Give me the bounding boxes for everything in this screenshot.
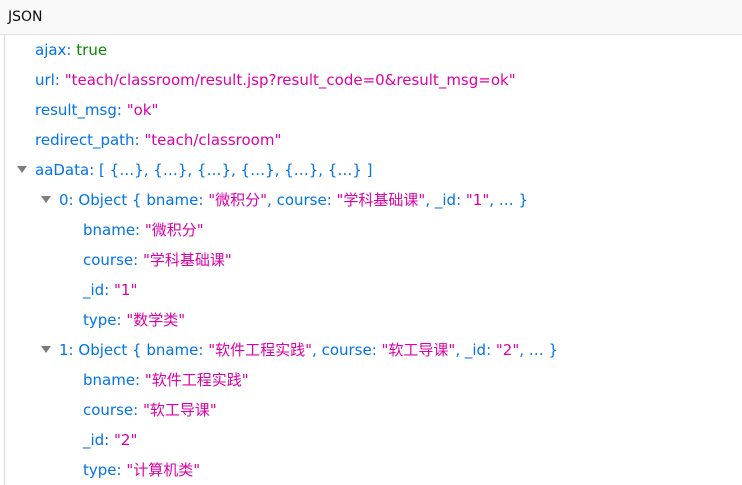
row-preview: Object { bname: "微积分", course: "学科基础课", … [78,191,528,209]
tree-row-item-0[interactable]: 0: Object { bname: "微积分", course: "学科基础课… [41,185,528,215]
preview-text: , course: [312,341,382,359]
row-value: "数学类" [126,311,186,329]
row-key: 1: [59,341,74,359]
row-key: type: [83,461,122,479]
preview-value: "2" [495,341,520,359]
row-key: bname: [83,221,141,239]
row-key: result_msg: [35,101,122,119]
row-value: "软工导课" [142,401,217,419]
row-key: course: [83,401,139,419]
row-key: 0: [59,191,74,209]
preview-text: , … } [519,341,559,359]
preview-text: , … } [489,191,529,209]
row-key: ajax: [35,41,72,59]
tree-row-item-1-bname[interactable]: bname: "软件工程实践" [83,365,249,395]
row-value: "微积分" [144,221,204,239]
expand-triangle-icon[interactable] [17,166,27,173]
row-value: "teach/classroom" [144,131,282,149]
row-value: "计算机类" [126,461,201,479]
row-key: aaData: [35,161,95,179]
row-key: course: [83,251,139,269]
json-tree: ajax: true url: "teach/classroom/result.… [4,35,742,485]
tree-row-aadata[interactable]: aaData: [ {…}, {…}, {…}, {…}, {…}, {…} ] [17,155,373,185]
tree-row-item-0-type[interactable]: type: "数学类" [83,305,185,335]
preview-text: Object { bname: [78,341,209,359]
preview-value: "软工导课" [381,341,456,359]
row-preview: [ {…}, {…}, {…}, {…}, {…}, {…} ] [99,161,373,179]
row-key: redirect_path: [35,131,140,149]
tree-row-item-1-type[interactable]: type: "计算机类" [83,455,200,485]
tree-row-result-msg[interactable]: result_msg: "ok" [35,95,158,125]
row-key: bname: [83,371,141,389]
tree-row-item-0-id[interactable]: _id: "1" [83,275,137,305]
row-value: "1" [114,281,138,299]
tree-row-item-0-bname[interactable]: bname: "微积分" [83,215,204,245]
preview-value: "微积分" [208,191,268,209]
tree-row-url[interactable]: url: "teach/classroom/result.jsp?result_… [35,65,516,95]
viewer-header: JSON [0,0,742,35]
row-value: "ok" [126,101,159,119]
expand-triangle-icon[interactable] [41,346,51,353]
tree-row-ajax[interactable]: ajax: true [35,35,107,65]
preview-value: "学科基础课" [336,191,426,209]
tree-row-item-0-course[interactable]: course: "学科基础课" [83,245,232,275]
preview-text: , _id: [425,191,466,209]
tree-row-item-1[interactable]: 1: Object { bname: "软件工程实践", course: "软工… [41,335,558,365]
row-value: true [76,41,108,59]
json-viewer: JSON ajax: true url: "teach/classroom/re… [0,0,742,485]
row-value: "teach/classroom/result.jsp?result_code=… [64,71,516,89]
tree-row-item-1-course[interactable]: course: "软工导课" [83,395,217,425]
expand-triangle-icon[interactable] [41,196,51,203]
tree-row-redirect-path[interactable]: redirect_path: "teach/classroom" [35,125,281,155]
row-key: url: [35,71,60,89]
tree-row-item-1-id[interactable]: _id: "2" [83,425,137,455]
row-key: _id: [83,431,110,449]
preview-text: , course: [267,191,337,209]
row-value: "软件工程实践" [144,371,249,389]
row-value: "2" [114,431,138,449]
row-key: type: [83,311,122,329]
row-preview: Object { bname: "软件工程实践", course: "软工导课"… [78,341,558,359]
preview-text: , _id: [455,341,496,359]
row-value: "学科基础课" [142,251,232,269]
row-key: _id: [83,281,110,299]
header-title: JSON [8,9,43,25]
preview-value: "软件工程实践" [208,341,313,359]
preview-text: Object { bname: [78,191,209,209]
preview-value: "1" [465,191,490,209]
